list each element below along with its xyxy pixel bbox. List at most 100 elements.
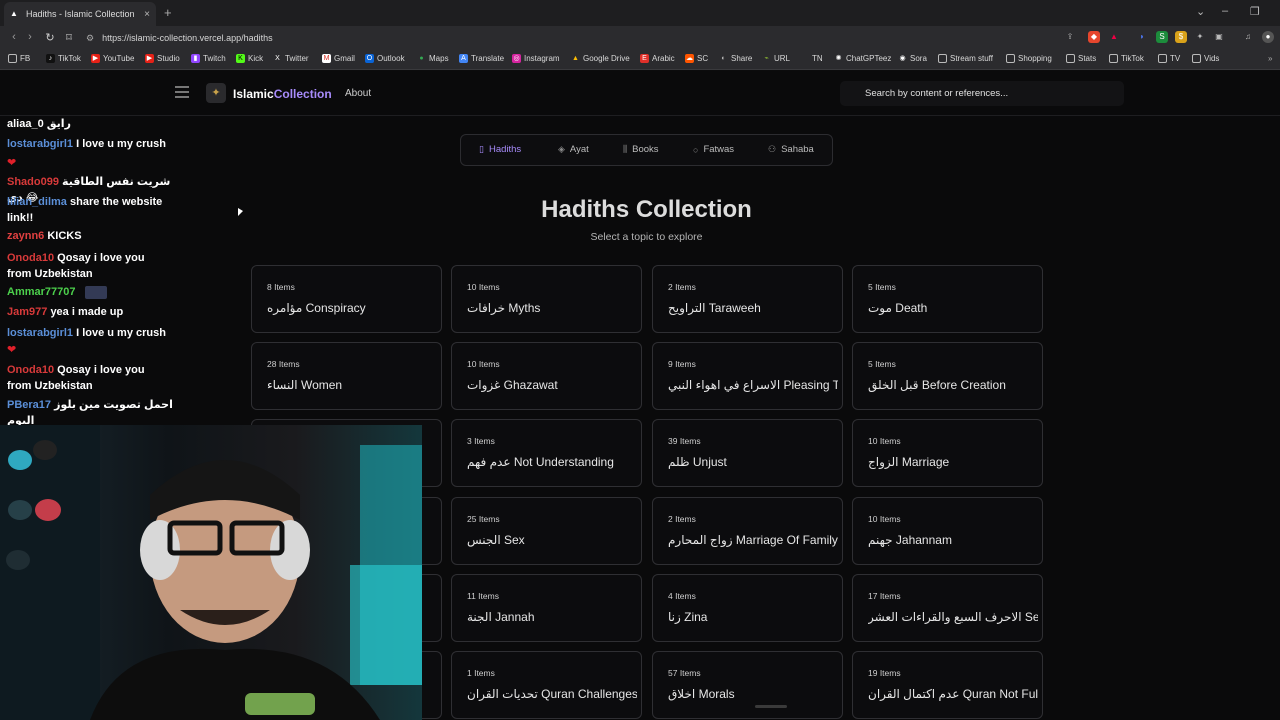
topic-card[interactable]: 28 Items النساء Women (251, 342, 442, 410)
bookmark-fb[interactable]: FB (8, 54, 30, 63)
topic-card[interactable]: 3 Items عدم فهم Not Understanding (451, 419, 642, 487)
chat-username[interactable]: lostarabgirl1 (7, 327, 73, 339)
topic-card[interactable]: 39 Items ظلم Unjust (652, 419, 843, 487)
share-icon[interactable]: ⇪ (1064, 31, 1076, 43)
browser-tab[interactable]: ▲ Hadiths - Islamic Collection × (4, 2, 156, 26)
extension-icon[interactable]: ◗ (1136, 31, 1148, 43)
topic-card[interactable]: 10 Items جهنم Jahannam (852, 497, 1043, 565)
site-info-icon[interactable]: ⚙ (86, 33, 94, 44)
topic-card[interactable]: 10 Items غزوات Ghazawat (451, 342, 642, 410)
tab-list-chevron-icon[interactable]: ⌄ (1196, 5, 1205, 18)
topic-card[interactable]: 11 Items الجنة Jannah (451, 574, 642, 642)
url-icon: ⌁ (764, 55, 769, 62)
chat-username[interactable]: lilian_dilma (7, 196, 67, 208)
tab-hadiths[interactable]: ▯ Hadiths (479, 144, 521, 155)
topic-count: 17 Items (868, 591, 901, 601)
tab-sahaba[interactable]: ⚇ Sahaba (768, 144, 814, 155)
topic-card[interactable]: 25 Items الجنس Sex (451, 497, 642, 565)
tab-ayat[interactable]: ◈ Ayat (558, 144, 589, 155)
topic-card[interactable]: 8 Items مؤامره Conspiracy (251, 265, 442, 333)
chat-username[interactable]: zaynn6 (7, 230, 44, 242)
bookmark-stream-stuff[interactable]: Stream stuff (938, 54, 993, 63)
topic-name: تحديات القران Quran Challenges (467, 687, 637, 701)
topic-name: زواج المحارم Marriage Of Family (668, 533, 838, 547)
forward-icon[interactable]: › (20, 31, 40, 43)
extensions-puzzle-icon[interactable]: ✦ (1194, 31, 1206, 43)
bookmark-icon[interactable]: ⌑ (59, 31, 79, 44)
media-icon[interactable]: ♫ (1242, 31, 1254, 43)
topic-card[interactable]: 4 Items زنا Zina (652, 574, 843, 642)
bookmark-twitter[interactable]: X Twitter (273, 54, 308, 63)
topic-card[interactable]: 19 Items عدم اكتمال القران Quran Not Full (852, 651, 1043, 719)
bookmark-translate[interactable]: A Translate (459, 54, 504, 63)
bookmark-tiktok-folder[interactable]: TikTok (1109, 54, 1144, 63)
address-bar[interactable]: ⚙ https://islamic-collection.vercel.app/… (86, 29, 1086, 47)
logo-icon[interactable]: ✦ (206, 83, 226, 103)
bookmark-google-drive[interactable]: ▲ Google Drive (571, 54, 630, 63)
topic-card[interactable]: 9 Items الاسراع في اهواء النبي Pleasing T… (652, 342, 843, 410)
brave-rewards-icon[interactable]: ▲ (1108, 31, 1120, 43)
topic-name: ظلم Unjust (668, 455, 727, 469)
bookmark-sora[interactable]: ◉ Sora (898, 54, 926, 63)
chat-message: lostarabgirl1 I love u my crush (7, 137, 182, 153)
topic-name: زنا Zina (668, 610, 708, 624)
bookmark-tv[interactable]: TV (1158, 54, 1180, 63)
bookmark-shopping[interactable]: Shopping (1006, 54, 1052, 63)
topic-card[interactable]: 10 Items الزواج Marriage (852, 419, 1043, 487)
bookmark-youtube[interactable]: ▶ YouTube (91, 54, 134, 63)
chat-username[interactable]: aliaa_0 (7, 118, 44, 130)
minimize-icon[interactable]: – (1222, 5, 1228, 17)
topic-card[interactable]: 5 Items موت Death (852, 265, 1043, 333)
bookmark-chatgpteez[interactable]: ✺ ChatGPTeez (834, 54, 892, 63)
chat-username[interactable]: Onoda10 (7, 364, 54, 376)
chat-username[interactable]: Jam977 (7, 306, 47, 318)
horizontal-scrollbar[interactable] (755, 705, 787, 708)
more-bookmarks-icon[interactable]: » (1268, 54, 1272, 63)
bookmark-twitch[interactable]: ▮ Twitch (191, 54, 226, 63)
chat-username[interactable]: Onoda10 (7, 252, 54, 264)
bookmark-kick[interactable]: K Kick (236, 54, 263, 63)
search-input[interactable]: Search by content or references... (840, 81, 1124, 106)
topic-card[interactable]: 5 Items قبل الخلق Before Creation (852, 342, 1043, 410)
topic-card[interactable]: 17 Items الاحرف السبع والقراءات العشر Sev… (852, 574, 1043, 642)
bookmark-vids[interactable]: Vids (1192, 54, 1219, 63)
topic-card[interactable]: 57 Items اخلاق Morals (652, 651, 843, 719)
profile-avatar[interactable]: ● (1262, 31, 1274, 43)
maximize-icon[interactable]: ❐ (1250, 5, 1260, 18)
chat-username[interactable]: lostarabgirl1 (7, 138, 73, 150)
bookmark-maps[interactable]: ● Maps (417, 54, 448, 63)
bookmark-sc[interactable]: ☁ SC (685, 54, 708, 63)
new-tab-button[interactable]: + (164, 5, 172, 20)
brave-shield-icon[interactable]: ◆ (1088, 31, 1100, 43)
tab-books[interactable]: ⫼ Books (623, 144, 659, 155)
bookmark-instagram[interactable]: ◎ Instagram (512, 54, 560, 63)
folder-icon (1192, 54, 1201, 63)
bookmark-studio[interactable]: ▶ Studio (145, 54, 180, 63)
topic-card[interactable]: 2 Items التراويح Taraweeh (652, 265, 843, 333)
bookmark-url[interactable]: ⌁ URL (762, 54, 790, 63)
bookmark-outlook[interactable]: O Outlook (365, 54, 405, 63)
sidebar-icon[interactable]: ▣ (1213, 31, 1225, 43)
chat-message: from Uzbekistan (7, 267, 182, 283)
topic-card[interactable]: 1 Items تحديات القران Quran Challenges (451, 651, 642, 719)
tab-close-icon[interactable]: × (144, 9, 150, 20)
site-logo[interactable]: IslamicCollection (233, 87, 332, 101)
bookmark-stats[interactable]: Stats (1066, 54, 1096, 63)
reload-icon[interactable]: ↻ (40, 31, 60, 44)
tab-fatwas[interactable]: ○ Fatwas (693, 144, 734, 155)
bookmark-tn[interactable]: TN (812, 54, 823, 63)
extension-icon[interactable]: $ (1175, 31, 1187, 43)
topic-card[interactable]: 2 Items زواج المحارم Marriage Of Family (652, 497, 843, 565)
topic-name: قبل الخلق Before Creation (868, 378, 1006, 392)
menu-icon[interactable] (175, 86, 189, 98)
nav-about[interactable]: About (345, 88, 371, 99)
chat-username[interactable]: PBera17 (7, 399, 51, 411)
topic-card[interactable]: 10 Items خرافات Myths (451, 265, 642, 333)
extension-icon[interactable]: S (1156, 31, 1168, 43)
bookmark-gmail[interactable]: M Gmail (322, 54, 355, 63)
chat-username[interactable]: Shado099 (7, 176, 59, 188)
bookmark-arabic[interactable]: E Arabic (640, 54, 675, 63)
bookmark-share[interactable]: ◐ Share (719, 54, 752, 63)
bookmark-tiktok[interactable]: ♪ TikTok (46, 54, 81, 63)
chat-username[interactable]: Ammar77707 (7, 286, 76, 298)
